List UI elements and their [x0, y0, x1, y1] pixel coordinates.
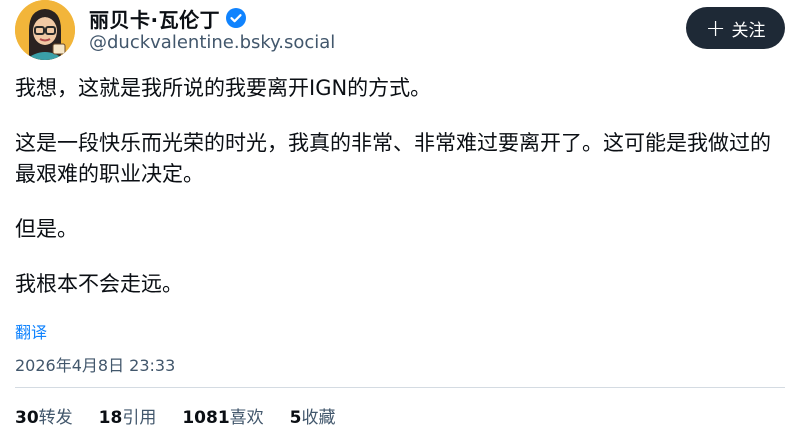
reposts-stat[interactable]: 30转发 [15, 403, 73, 428]
likes-count: 1081 [182, 408, 230, 428]
plus-icon: + [705, 14, 726, 42]
divider [15, 387, 785, 388]
post-paragraph: 但是。 [15, 217, 78, 241]
reposts-label: 转发 [38, 408, 73, 428]
post-paragraph: 这是一段快乐而光荣的时光，我真的非常、非常难过要离开了。这可能是我做过的最艰难的… [15, 131, 771, 186]
likes-stat[interactable]: 1081喜欢 [182, 403, 263, 428]
post-header: 丽贝卡·瓦伦丁 @duckvalentine.bsky.social + 关注 [15, 0, 785, 62]
display-name[interactable]: 丽贝卡·瓦伦丁 [89, 4, 220, 33]
post-stats: 30转发 18引用 1081喜欢 5收藏 [15, 403, 362, 428]
name-row: 丽贝卡·瓦伦丁 [89, 4, 247, 33]
post-card: 丽贝卡·瓦伦丁 @duckvalentine.bsky.social + 关注 … [0, 0, 800, 444]
post-text: 我想，这就是我所说的我要离开IGN的方式。 这是一段快乐而光荣的时光，我真的非常… [15, 73, 785, 300]
avatar-image [15, 0, 75, 60]
likes-label: 喜欢 [229, 408, 264, 428]
verified-badge-icon [226, 8, 247, 28]
author-handle[interactable]: @duckvalentine.bsky.social [89, 32, 335, 53]
saves-label: 收藏 [301, 408, 336, 428]
reposts-count: 30 [15, 408, 39, 428]
saves-count: 5 [289, 408, 302, 428]
quotes-label: 引用 [122, 408, 157, 428]
follow-button-label: 关注 [731, 20, 766, 41]
translate-link[interactable]: 翻译 [15, 319, 47, 343]
quotes-count: 18 [98, 408, 123, 428]
post-paragraph: 我根本不会走远。 [15, 272, 183, 296]
post-timestamp: 2026年4月8日 23:33 [15, 356, 176, 375]
saves-stat[interactable]: 5收藏 [290, 403, 336, 428]
quotes-stat[interactable]: 18引用 [99, 403, 157, 428]
avatar[interactable] [15, 0, 75, 60]
post-paragraph: 我想，这就是我所说的我要离开IGN的方式。 [15, 76, 432, 100]
follow-button[interactable]: + 关注 [686, 7, 785, 49]
